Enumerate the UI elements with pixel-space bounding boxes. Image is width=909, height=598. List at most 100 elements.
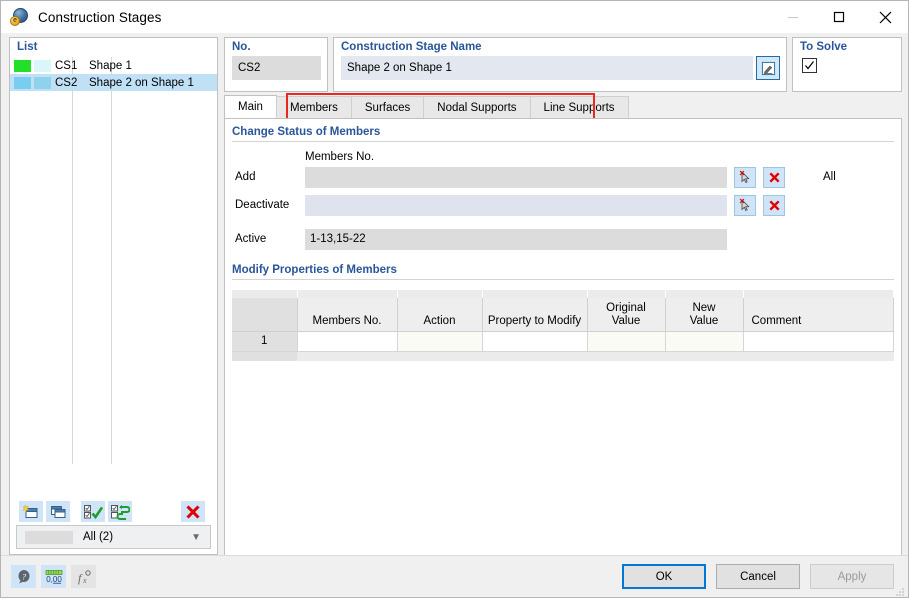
col-new-value-line2: Value (689, 314, 719, 327)
stage-no-label: No. (232, 41, 251, 53)
active-members-value: 1-13,15-22 (305, 228, 727, 250)
col-action[interactable]: Action (396, 298, 483, 332)
cell-action[interactable] (396, 330, 483, 352)
deactivate-members-input[interactable] (305, 194, 727, 216)
tab-members[interactable]: Members (275, 96, 352, 118)
construction-stages-icon: e (10, 7, 30, 27)
stage-filter-dropdown[interactable]: All (2) ▼ (16, 525, 211, 549)
clear-deactivate-icon[interactable] (763, 194, 785, 216)
col-original-value[interactable]: Original Value (586, 298, 666, 332)
pick-cursor-icon[interactable] (734, 194, 756, 216)
add-members-row: Add All (232, 166, 894, 188)
stage-header-fields: No. CS2 Construction Stage Name Shape 2 … (224, 37, 902, 92)
cell-new-value[interactable] (664, 330, 744, 352)
col-original-value-line2: Value (611, 314, 641, 327)
delete-stage-button[interactable] (181, 501, 205, 522)
tab-label: Nodal Supports (437, 101, 517, 114)
stage-name: Shape 1 (89, 59, 132, 72)
close-icon[interactable] (862, 1, 908, 33)
select-all-button[interactable] (81, 501, 105, 522)
list-header: List (10, 38, 217, 57)
table-filter-row (232, 290, 894, 298)
active-members-row: Active 1-13,15-22 (232, 228, 894, 250)
stage-name: Shape 2 on Shape 1 (89, 76, 194, 89)
list-item[interactable]: CS1 Shape 1 (10, 57, 217, 74)
tab-nodal-supports[interactable]: Nodal Supports (423, 96, 531, 118)
modify-properties-title: Modify Properties of Members (232, 264, 894, 280)
col-original-value-line1: Original (606, 301, 646, 314)
ok-button[interactable]: OK (622, 564, 706, 589)
window-controls (770, 1, 908, 33)
tab-main[interactable]: Main (224, 95, 277, 118)
resize-grip[interactable] (894, 584, 905, 596)
help-button[interactable]: ? (11, 565, 36, 588)
tab-label: Members (289, 101, 338, 114)
pick-cursor-icon[interactable] (734, 166, 756, 188)
filter-label: All (2) (83, 531, 114, 543)
maximize-icon[interactable] (816, 1, 862, 33)
modify-properties-table[interactable]: Members No. Action Property to Modify Or… (232, 290, 894, 352)
stage-name-field: Construction Stage Name Shape 2 on Shape… (333, 37, 787, 92)
modify-properties-table-wrap: Members No. Action Property to Modify Or… (232, 290, 894, 361)
title-bar: e Construction Stages (1, 1, 908, 33)
add-members-input[interactable] (305, 166, 727, 188)
active-label: Active (235, 233, 267, 245)
table-header-row: Members No. Action Property to Modify Or… (232, 298, 894, 332)
svg-text:x: x (82, 576, 87, 585)
cell-members-no[interactable] (296, 330, 398, 352)
members-no-column-header: Members No. (305, 151, 375, 163)
cell-property[interactable] (481, 330, 588, 352)
stage-list-panel: List CS1 Shape 1 CS2 Shape 2 on Shape 1 … (9, 37, 218, 555)
chevron-down-icon[interactable]: ▼ (191, 532, 201, 543)
col-members-no[interactable]: Members No. (296, 298, 398, 332)
stage-no-value[interactable]: CS2 (232, 56, 321, 80)
footer-action-buttons: OK Cancel Apply (622, 564, 894, 589)
tab-label: Surfaces (364, 101, 411, 114)
clear-add-icon[interactable] (763, 166, 785, 188)
units-button[interactable]: 0,00 (41, 565, 66, 588)
construction-stages-dialog: e Construction Stages List CS1 Shape 1 C… (0, 0, 909, 598)
row-index: 1 (232, 330, 298, 352)
to-solve-label: To Solve (800, 41, 848, 53)
col-property-to-modify[interactable]: Property to Modify (481, 298, 588, 332)
main-tab-panel: Change Status of Members Members No. Add (224, 118, 902, 565)
apply-button: Apply (810, 564, 894, 589)
col-new-value[interactable]: New Value (664, 298, 744, 332)
modify-properties-group: Modify Properties of Members (232, 264, 894, 280)
stage-no-field: No. CS2 (224, 37, 328, 92)
col-comment[interactable]: Comment (742, 298, 894, 332)
cell-original-value[interactable] (586, 330, 666, 352)
to-solve-checkbox[interactable] (802, 58, 817, 73)
tab-label: Line Supports (543, 101, 615, 114)
new-stage-button[interactable] (19, 501, 43, 522)
select-all-members-label[interactable]: All (823, 171, 836, 183)
tab-line-supports[interactable]: Line Supports (529, 96, 629, 118)
stage-color-swatches (10, 59, 52, 72)
dialog-footer: ? 0,00 f x OK Cancel Apply (1, 555, 908, 597)
stage-color-swatches (10, 76, 52, 89)
copy-stage-button[interactable] (46, 501, 70, 522)
stage-list[interactable]: CS1 Shape 1 CS2 Shape 2 on Shape 1 (10, 57, 217, 498)
tab-bar: Main Members Surfaces Nodal Supports Lin… (224, 93, 902, 120)
cancel-button[interactable]: Cancel (716, 564, 800, 589)
svg-text:0,00: 0,00 (46, 575, 62, 584)
window-title: Construction Stages (38, 9, 162, 25)
add-label: Add (235, 171, 256, 183)
list-item[interactable]: CS2 Shape 2 on Shape 1 (10, 74, 217, 91)
col-new-value-line1: New (692, 301, 716, 314)
toggle-selection-button[interactable] (108, 501, 132, 522)
stage-detail-area: No. CS2 Construction Stage Name Shape 2 … (224, 37, 902, 565)
stage-number: CS1 (55, 59, 78, 72)
tab-surfaces[interactable]: Surfaces (350, 96, 425, 118)
footer-tool-icons: ? 0,00 f x (11, 565, 96, 588)
formula-button[interactable]: f x (71, 565, 96, 588)
col-index (232, 298, 298, 332)
edit-pencil-icon[interactable] (756, 56, 780, 80)
change-status-title: Change Status of Members (232, 126, 894, 142)
cell-comment[interactable] (742, 330, 894, 352)
tab-label: Main (238, 101, 263, 113)
table-row[interactable]: 1 (232, 330, 894, 352)
minimize-icon[interactable] (770, 1, 816, 33)
filter-color-swatch (25, 530, 73, 544)
stage-name-input[interactable]: Shape 2 on Shape 1 (341, 56, 753, 80)
